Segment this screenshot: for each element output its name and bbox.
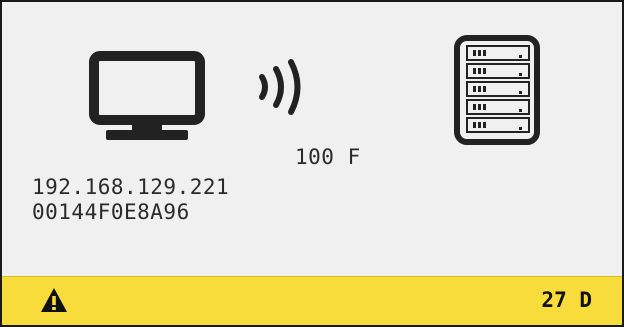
monitor-icon [89,51,205,140]
device-screen: 100 F 192.168.129.221 00144F0E8A96 27 D [0,0,624,327]
wireless-icon [259,59,301,115]
warning-icon [41,288,67,312]
mac-address: 00144F0E8A96 [32,200,190,224]
link-speed: 100 F [295,145,361,169]
status-bar: 27 D [2,276,622,325]
status-badge: 27 D [541,288,592,312]
server-icon [454,35,540,145]
ip-address: 192.168.129.221 [32,175,230,199]
network-panel: 100 F 192.168.129.221 00144F0E8A96 [2,2,622,279]
